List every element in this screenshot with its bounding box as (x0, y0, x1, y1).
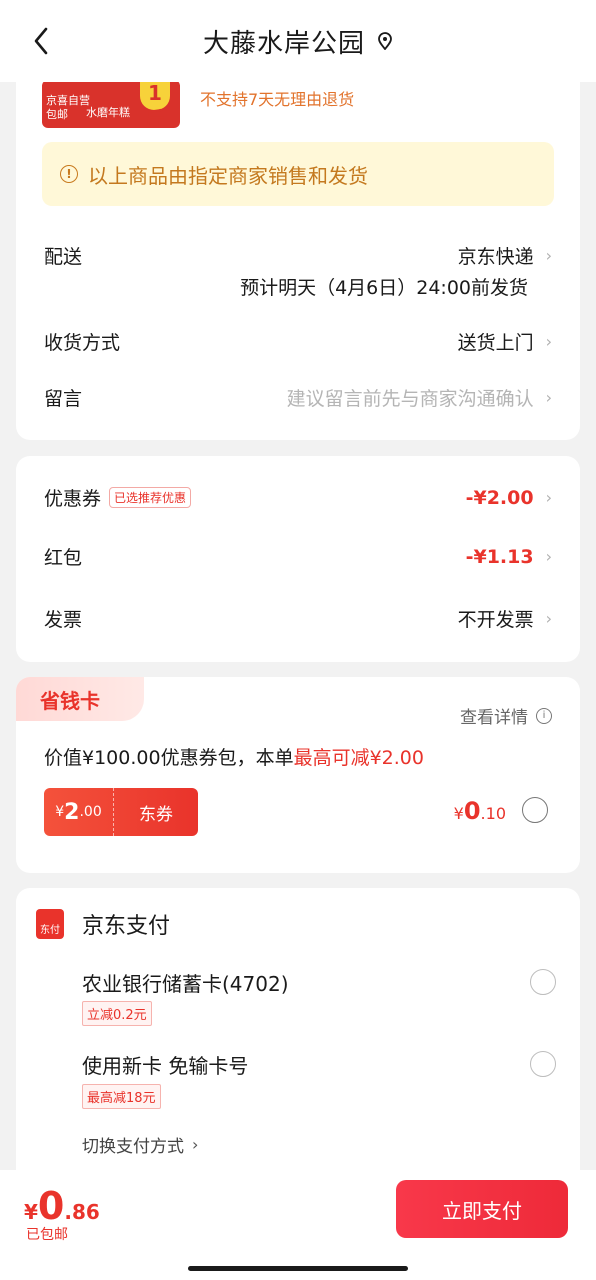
product-name-text: 水磨年糕 (86, 106, 130, 119)
total-price: ¥0.86 (24, 1184, 100, 1228)
return-policy-text: 不支持7天无理由退货 (200, 90, 355, 109)
chevron-right-icon: › (192, 1135, 199, 1154)
receive-method-row[interactable]: 收货方式 送货上门 › (44, 328, 552, 355)
saver-price-dec: .10 (480, 804, 506, 823)
redpacket-value: -¥1.13 (465, 545, 534, 568)
back-icon[interactable] (26, 26, 56, 56)
total-int: 0 (37, 1184, 65, 1228)
checkout-bar: ¥0.86 已包邮 立即支付 (0, 1170, 596, 1280)
chevron-right-icon: › (545, 388, 552, 407)
message-input[interactable]: 建议留言前先与商家沟通确认 (287, 384, 534, 411)
coupon-label: 优惠券 (44, 488, 102, 510)
chevron-right-icon: › (545, 332, 552, 351)
receive-value: 送货上门 (457, 332, 534, 354)
chevron-right-icon: › (545, 246, 552, 265)
saver-card-title: 省钱卡 (16, 677, 144, 721)
coupon-currency: ¥ (55, 804, 65, 820)
saver-desc-prefix: 价值¥100.00优惠券包，本单 (44, 747, 294, 769)
bank-card-discount-tag: 立减0.2元 (82, 1001, 152, 1026)
invoice-label: 发票 (44, 609, 83, 631)
payment-method-bank-card[interactable]: 农业银行储蓄卡(4702) (82, 968, 289, 997)
coupon-amount-dec: .00 (79, 804, 102, 820)
saver-price-currency: ¥ (453, 804, 464, 823)
saver-description: 价值¥100.00优惠券包，本单最高可减¥2.00 (44, 743, 424, 770)
new-card-discount-tag: 最高减18元 (82, 1084, 161, 1109)
coupon-amount: ¥2.00 (44, 788, 114, 836)
total-currency: ¥ (24, 1200, 38, 1224)
redpacket-label: 红包 (44, 547, 83, 569)
product-weight-badge: 1斤 (140, 80, 170, 128)
switch-payment-link[interactable]: 切换支付方式 › (82, 1132, 198, 1157)
view-details-label: 查看详情 (460, 708, 528, 728)
bank-card-radio[interactable] (530, 969, 556, 995)
discounts-card: 优惠券 已选推荐优惠 -¥2.00 › 红包 -¥1.13 › 发票 不开发票 › (16, 456, 580, 662)
coupon-amount-int: 2 (64, 799, 80, 825)
merchant-notice: ! 以上商品由指定商家销售和发货 (42, 142, 554, 206)
jd-pay-logo-icon: 东付 (36, 909, 64, 939)
invoice-value: 不开发票 (457, 609, 534, 631)
invoice-row[interactable]: 发票 不开发票 › (44, 605, 552, 632)
message-row[interactable]: 留言 建议留言前先与商家沟通确认 › (44, 384, 552, 411)
delivery-value: 京东快递 (457, 246, 534, 268)
notice-text: 以上商品由指定商家销售和发货 (88, 163, 368, 188)
payment-title: 京东支付 (82, 914, 171, 939)
chevron-right-icon: › (545, 488, 552, 507)
product-thumbnail[interactable]: 京喜自营 包邮 水磨年糕 1斤 (42, 80, 180, 128)
chevron-right-icon: › (545, 547, 552, 566)
free-shipping-label: 已包邮 (26, 1227, 68, 1243)
pay-now-button[interactable]: 立即支付 (396, 1180, 568, 1238)
coupon-name: 东券 (139, 804, 173, 825)
recommend-badge: 已选推荐优惠 (109, 487, 192, 508)
saver-desc-highlight: 最高可减¥2.00 (293, 747, 424, 769)
info-icon: i (536, 707, 552, 724)
info-icon: ! (60, 165, 78, 183)
coupon-row[interactable]: 优惠券 已选推荐优惠 -¥2.00 › (44, 484, 552, 511)
delivery-estimate: 预计明天（4月6日）24:00前发货 (240, 277, 528, 299)
coupon-ticket: ¥2.00 东券 (44, 788, 198, 836)
saver-card-radio[interactable] (522, 797, 548, 823)
message-label: 留言 (44, 388, 83, 410)
delivery-label: 配送 (44, 246, 83, 268)
new-card-radio[interactable] (530, 1051, 556, 1077)
product-badge-text: 京喜自营 包邮 (46, 94, 90, 121)
receive-label: 收货方式 (44, 332, 121, 354)
saver-card: 省钱卡 查看详情 i 价值¥100.00优惠券包，本单最高可减¥2.00 ¥2.… (16, 677, 580, 873)
saver-price-int: 0 (463, 797, 481, 825)
coupon-value: -¥2.00 (465, 486, 534, 509)
page-title: 大藤水岸公园 (202, 28, 365, 59)
view-details-link[interactable]: 查看详情 i (460, 703, 552, 728)
chevron-right-icon: › (545, 609, 552, 628)
redpacket-row[interactable]: 红包 -¥1.13 › (44, 543, 552, 570)
home-indicator (188, 1266, 408, 1271)
saver-price: ¥0.10 (454, 797, 506, 825)
payment-card: 东付 京东支付 农业银行储蓄卡(4702) 立减0.2元 使用新卡 免输卡号 最… (16, 888, 580, 1188)
payment-method-new-card[interactable]: 使用新卡 免输卡号 (82, 1050, 248, 1079)
delivery-row[interactable]: 配送 京东快递 › (44, 242, 552, 269)
top-nav-bar: 大藤水岸公园 (0, 0, 596, 82)
total-dec: .86 (64, 1200, 100, 1224)
order-info-card: 京喜自营 包邮 水磨年糕 1斤 不支持7天无理由退货 ! 以上商品由指定商家销售… (16, 60, 580, 440)
switch-payment-label: 切换支付方式 (82, 1137, 184, 1157)
location-icon[interactable] (377, 32, 393, 51)
payment-header: 东付 京东支付 (36, 908, 170, 940)
